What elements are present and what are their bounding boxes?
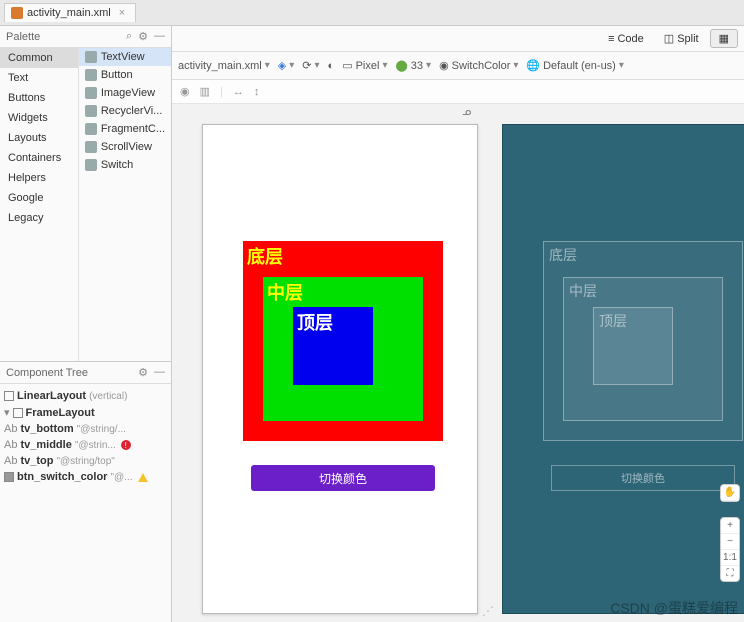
code-icon: ≡ [608,33,614,45]
orientation-icon[interactable]: ⟳▾ [302,59,319,72]
palette-categories: Common Text Buttons Widgets Layouts Cont… [0,48,79,361]
tree-framelayout[interactable]: ▾FrameLayout [2,404,169,421]
button-icon [4,472,14,482]
expand-icon[interactable]: ↕ [254,86,260,98]
category-layouts[interactable]: Layouts [0,128,78,148]
scrollview-icon [85,141,97,153]
magnet-icon[interactable]: ᓄ [462,105,471,118]
mode-split[interactable]: ◫Split [655,29,708,48]
chevron-down-icon: ▾ [4,406,10,419]
tv-bottom-text: 底层 [247,243,283,269]
zoom-in[interactable]: + [721,518,739,534]
component-recyclerview[interactable]: RecyclerVi... [79,102,171,120]
category-helpers[interactable]: Helpers [0,168,78,188]
locale-icon: 🌐 [526,59,540,72]
mode-design[interactable]: ▦ [710,29,738,48]
device-preview[interactable]: 底层 中层 顶层 切换颜色 [202,124,478,614]
grid-icon[interactable]: ▥ [200,85,210,98]
bp-bottom-text: 底层 [549,245,577,265]
category-text[interactable]: Text [0,68,78,88]
tree-tv-top[interactable]: Ab tv_top "@string/top" [2,453,169,469]
tree-btn-switch[interactable]: btn_switch_color "@... [2,469,169,485]
layout-icon [4,391,14,401]
zoom-controls-2: + − 1:1 ⛶ [720,517,740,582]
design-icon: ▦ [719,32,729,45]
warning-icon [138,473,148,482]
gear-icon[interactable]: ⚙ [138,366,148,379]
tree-linearlayout[interactable]: LinearLayout (vertical) [2,388,169,404]
bp-top-text: 顶层 [599,311,627,331]
gear-icon[interactable]: ⚙ [138,30,148,43]
bp-switch-button[interactable]: 切换颜色 [551,465,735,491]
imageview-icon [85,87,97,99]
device-selector[interactable]: ▭ Pixel▾ [342,59,387,72]
switch-icon [85,159,97,171]
split-icon: ◫ [664,32,674,45]
palette-header: Palette ⌕ ⚙ — [0,26,171,48]
android-icon: ⬤ [395,59,407,72]
fragment-icon [85,123,97,135]
component-tree-header: Component Tree ⚙ — [0,362,171,384]
zoom-controls: ✋ [720,484,740,502]
recyclerview-icon [85,105,97,117]
zoom-full[interactable]: ⛶ [721,566,739,581]
design-canvas[interactable]: ᓄ 底层 中层 顶层 切换颜色 [172,104,744,622]
button-icon [85,69,97,81]
theme-selector[interactable]: ◉ SwitchColor▾ [439,59,518,72]
component-tree: LinearLayout (vertical) ▾FrameLayout Ab … [0,384,171,622]
editor-tabbar: activity_main.xml × [0,0,744,26]
locale-selector[interactable]: 🌐 Default (en-us)▾ [526,59,624,72]
zoom-fit[interactable]: 1:1 [721,550,739,566]
search-icon[interactable]: ⌕ [126,30,132,43]
switch-color-button[interactable]: 切换颜色 [251,465,435,491]
eye-icon[interactable]: ◉ [180,85,190,98]
file-tab[interactable]: activity_main.xml × [4,3,136,22]
category-containers[interactable]: Containers [0,148,78,168]
theme-icon: ◉ [439,59,449,72]
tree-tv-middle[interactable]: Ab tv_middle "@strin...! [2,437,169,453]
zoom-out[interactable]: − [721,534,739,550]
watermark: CSDN @蛋糕爱编程 [610,598,738,618]
blueprint-preview[interactable]: 底层 中层 顶层 切换颜色 [502,124,744,614]
api-selector[interactable]: ⬤ 33▾ [395,59,431,72]
bp-middle-text: 中层 [569,281,597,301]
category-common[interactable]: Common [0,48,78,68]
file-tab-label: activity_main.xml [27,7,111,19]
tv-top-text: 顶层 [297,309,333,335]
xml-file-icon [11,7,23,19]
tree-tv-bottom[interactable]: Ab tv_bottom "@string/... [2,421,169,437]
component-switch[interactable]: Switch [79,156,171,174]
palette-components: TextView Button ImageView RecyclerVi... … [79,48,171,361]
night-icon[interactable]: ◐ [328,60,335,72]
mode-code[interactable]: ≡Code [599,30,653,48]
view-mode-bar: ≡Code ◫Split ▦ [172,26,744,52]
textview-icon [85,51,97,63]
component-imageview[interactable]: ImageView [79,84,171,102]
palette-title: Palette [6,31,40,43]
layout-icon [13,408,23,418]
component-fragment[interactable]: FragmentC... [79,120,171,138]
pan-icon[interactable]: ↔ [233,86,244,98]
category-legacy[interactable]: Legacy [0,208,78,228]
component-textview[interactable]: TextView [79,48,171,66]
file-selector[interactable]: activity_main.xml▾ [178,60,270,72]
hand-icon[interactable]: ✋ [721,485,739,501]
tv-middle-text: 中层 [267,279,303,305]
category-buttons[interactable]: Buttons [0,88,78,108]
category-google[interactable]: Google [0,188,78,208]
design-toolbar: activity_main.xml▾ ◈▾ ⟳▾ ◐ ▭ Pixel▾ ⬤ 33… [172,52,744,80]
collapse-icon[interactable]: — [154,366,165,379]
collapse-icon[interactable]: — [154,30,165,43]
error-icon: ! [121,440,131,450]
design-sub-toolbar: ◉ ▥ | ↔ ↕ [172,80,744,104]
close-icon[interactable]: × [119,7,125,19]
surface-icon[interactable]: ◈▾ [278,59,295,72]
category-widgets[interactable]: Widgets [0,108,78,128]
component-tree-title: Component Tree [6,367,88,379]
component-scrollview[interactable]: ScrollView [79,138,171,156]
phone-icon: ▭ [342,59,352,72]
component-button[interactable]: Button [79,66,171,84]
